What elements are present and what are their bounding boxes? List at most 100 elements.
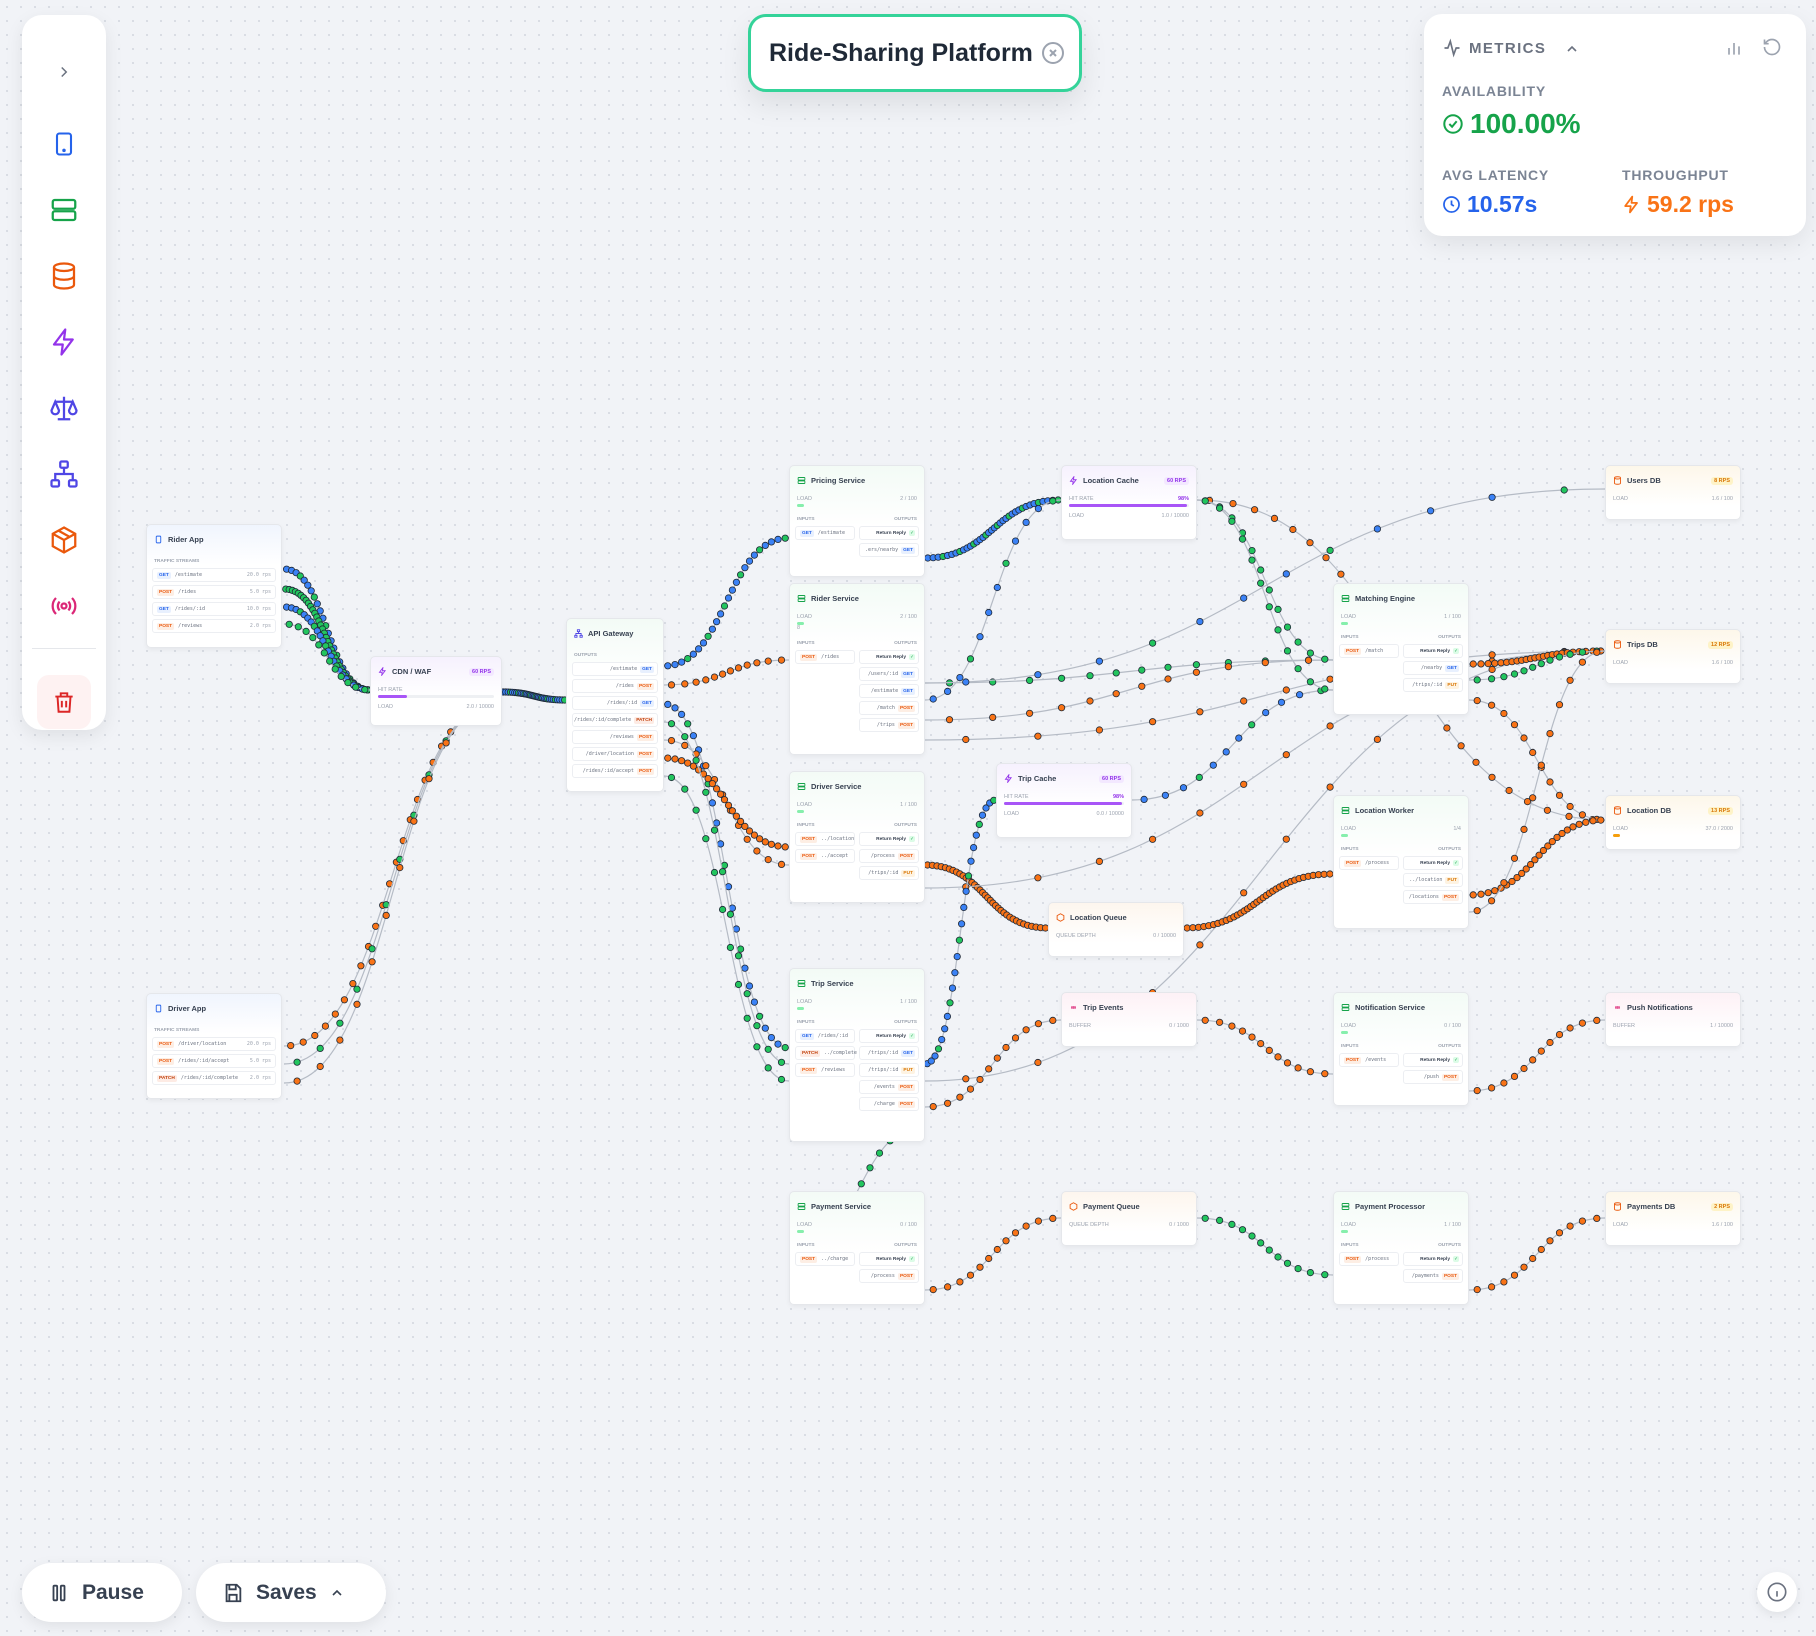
gateway-output-row[interactable]: /driver/location POST	[572, 747, 658, 761]
input-route[interactable]: POST/rides	[795, 650, 855, 664]
traffic-stream-row[interactable]: POST/reviews 2.0 rps	[152, 619, 276, 633]
output-route[interactable]: /trips POST	[859, 718, 919, 732]
payments-db-node[interactable]: Payments DB 2 RPS LOAD 1.6 / 100	[1605, 1191, 1741, 1246]
input-route[interactable]: GET/estimate	[795, 526, 855, 540]
payment-svc-node[interactable]: Payment Service LOAD 0 / 100 INPUTS OUTPUTS P…	[789, 1191, 925, 1305]
return-reply-row[interactable]: Return Reply ✓	[859, 526, 919, 540]
add-load-balancer-button[interactable]	[37, 381, 91, 435]
push-node[interactable]: Push Notifications BUFFER 1 / 10000	[1605, 992, 1741, 1047]
connection-wire[interactable]	[1468, 1019, 1606, 1092]
input-route[interactable]: GET/rides/:id	[795, 1029, 855, 1043]
matching-node[interactable]: Matching Engine LOAD 1 / 100 INPUTS OUTPUTS P…	[1333, 583, 1469, 715]
pay-queue-node[interactable]: Payment Queue QUEUE DEPTH 0 / 1000	[1061, 1191, 1197, 1246]
connection-wire[interactable]	[1468, 650, 1606, 913]
traffic-stream-row[interactable]: POST/driver/location 20.0 rps	[152, 1037, 276, 1051]
output-route[interactable]: /events POST	[859, 1080, 919, 1094]
delete-button[interactable]	[37, 675, 91, 729]
connection-wire[interactable]	[1131, 689, 1334, 801]
input-route[interactable]: POST/process	[1339, 1252, 1399, 1266]
return-reply-row[interactable]: Return Reply ✓	[1403, 1053, 1463, 1067]
output-route[interactable]: ../location PUT	[1403, 873, 1463, 887]
input-route[interactable]: PATCH ../complete	[795, 1046, 857, 1060]
gateway-output-row[interactable]: /rides/:id/complete PATCH	[572, 713, 658, 727]
return-reply-row[interactable]: Return Reply ✓	[859, 650, 919, 664]
add-service-button[interactable]	[37, 183, 91, 237]
traffic-stream-row[interactable]: PATCH/rides/:id/complete 2.0 rps	[152, 1071, 276, 1085]
return-reply-row[interactable]: Return Reply ✓	[1403, 856, 1463, 870]
connection-wire[interactable]	[663, 537, 790, 667]
output-route[interactable]: /match POST	[859, 701, 919, 715]
output-route[interactable]: /process POST	[859, 1269, 919, 1283]
input-route[interactable]: POST ../location	[795, 832, 855, 846]
output-route[interactable]: /users/:id GET	[859, 667, 919, 681]
connection-wire[interactable]	[283, 699, 503, 1084]
loc-cache-node[interactable]: Location Cache 60 RPS HIT RATE 98% LOAD 1.0 /…	[1061, 465, 1197, 540]
gateway-output-row[interactable]: /rides/:id GET	[572, 696, 658, 710]
return-reply-row[interactable]: Return Reply ✓	[1403, 1252, 1463, 1266]
connection-wire[interactable]	[924, 799, 997, 1065]
chevron-up-icon[interactable]	[1564, 41, 1580, 57]
add-database-button[interactable]	[37, 249, 91, 303]
notif-node[interactable]: Notification Service LOAD 0 / 100 INPUTS OUT…	[1333, 992, 1469, 1106]
expand-toolbar-button[interactable]	[37, 45, 91, 99]
return-reply-row[interactable]: Return Reply ✓	[859, 832, 919, 846]
location-db-node[interactable]: Location DB 13 RPS LOAD 37.0 / 2000	[1605, 795, 1741, 850]
output-route[interactable]: /trips/:id PUT	[1403, 678, 1463, 692]
driver-app-node[interactable]: Driver App TRAFFIC STREAMS POST/driver/loc…	[146, 993, 282, 1099]
info-button[interactable]	[1757, 1572, 1797, 1612]
pricing-node[interactable]: Pricing Service LOAD 2 / 100 INPUTS OUTPUTS G…	[789, 465, 925, 577]
connection-wire[interactable]	[663, 703, 790, 1049]
output-route[interactable]: /estimate GET	[859, 684, 919, 698]
users-db-node[interactable]: Users DB 8 RPS LOAD 1.6 / 100	[1605, 465, 1741, 520]
connection-wire[interactable]	[283, 699, 503, 1047]
add-events-button[interactable]	[37, 579, 91, 633]
gateway-output-row[interactable]: /rides POST	[572, 679, 658, 693]
connection-wire[interactable]	[1196, 1217, 1334, 1276]
return-reply-row[interactable]: Return Reply ✓	[1403, 644, 1463, 658]
project-title-pill[interactable]: Ride-Sharing Platform	[748, 14, 1082, 92]
output-route[interactable]: /locations POST	[1403, 890, 1463, 904]
gateway-output-row[interactable]: /reviews POST	[572, 730, 658, 744]
saves-button[interactable]: Saves	[196, 1563, 386, 1622]
driver-svc-node[interactable]: Driver Service LOAD 1 / 100 INPUTS OUTPUTS PO…	[789, 771, 925, 903]
trips-db-node[interactable]: Trips DB 12 RPS LOAD 1.6 / 100	[1605, 629, 1741, 684]
input-route[interactable]: POST ../charge	[795, 1252, 855, 1266]
circle-x-icon[interactable]	[1041, 41, 1065, 65]
output-route[interactable]: /payments POST	[1403, 1269, 1463, 1283]
pay-proc-node[interactable]: Payment Processor LOAD 1 / 100 INPUTS OUTPUT…	[1333, 1191, 1469, 1305]
connection-wire[interactable]	[924, 1217, 1062, 1291]
connection-wire[interactable]	[924, 659, 1334, 721]
trip-events-node[interactable]: Trip Events BUFFER 0 / 1000	[1061, 992, 1197, 1047]
output-route[interactable]: /trips/:id PUT	[859, 866, 919, 880]
gateway-output-row[interactable]: /estimate GET	[572, 662, 658, 676]
cdn-node[interactable]: CDN / WAF 60 RPS HIT RATE LOAD 2.0 / 10000	[370, 656, 502, 726]
connection-wire[interactable]	[1196, 1019, 1334, 1075]
input-route[interactable]: POST ../accept	[795, 849, 855, 863]
output-route[interactable]: /nearby GET	[1403, 661, 1463, 675]
gateway-output-row[interactable]: /rides/:id/accept POST	[572, 764, 658, 778]
input-route[interactable]: POST/reviews	[795, 1063, 855, 1077]
return-reply-row[interactable]: Return Reply ✓	[859, 1252, 919, 1266]
rider-svc-node[interactable]: Rider Service LOAD 2 / 100 8 INPUTS OUTPUTS PO…	[789, 583, 925, 755]
traffic-stream-row[interactable]: GET/estimate 20.0 rps	[152, 568, 276, 582]
reset-icon[interactable]	[1762, 37, 1782, 57]
connection-wire[interactable]	[283, 699, 503, 1065]
return-reply-row[interactable]: Return Reply ✓	[859, 1029, 919, 1043]
output-route[interactable]: /trips/:id PUT	[859, 1063, 919, 1077]
pause-button[interactable]: Pause	[22, 1563, 182, 1622]
output-route[interactable]: .ers/nearby GET	[859, 543, 919, 557]
rider-app-node[interactable]: Rider App TRAFFIC STREAMS GET/estimate 20.0…	[146, 524, 282, 648]
add-queue-button[interactable]	[37, 513, 91, 567]
connection-wire[interactable]	[924, 659, 1334, 684]
traffic-stream-row[interactable]: POST/rides 5.0 rps	[152, 585, 276, 599]
traffic-stream-row[interactable]: GET/rides/:id 10.0 rps	[152, 602, 276, 616]
connection-wire[interactable]	[1468, 699, 1606, 821]
trip-svc-node[interactable]: Trip Service LOAD 1 / 100 INPUTS OUTPUTS GET /…	[789, 968, 925, 1142]
add-gateway-button[interactable]	[37, 447, 91, 501]
traffic-stream-row[interactable]: POST/rides/:id/accept 5.0 rps	[152, 1054, 276, 1068]
output-route[interactable]: /process POST	[859, 849, 919, 863]
output-route[interactable]: /trips/:id GET	[859, 1046, 919, 1060]
loc-queue-node[interactable]: Location Queue QUEUE DEPTH 0 / 10000	[1048, 902, 1184, 957]
project-title[interactable]: Ride-Sharing Platform	[769, 39, 1033, 68]
connection-wire[interactable]	[1196, 499, 1334, 661]
